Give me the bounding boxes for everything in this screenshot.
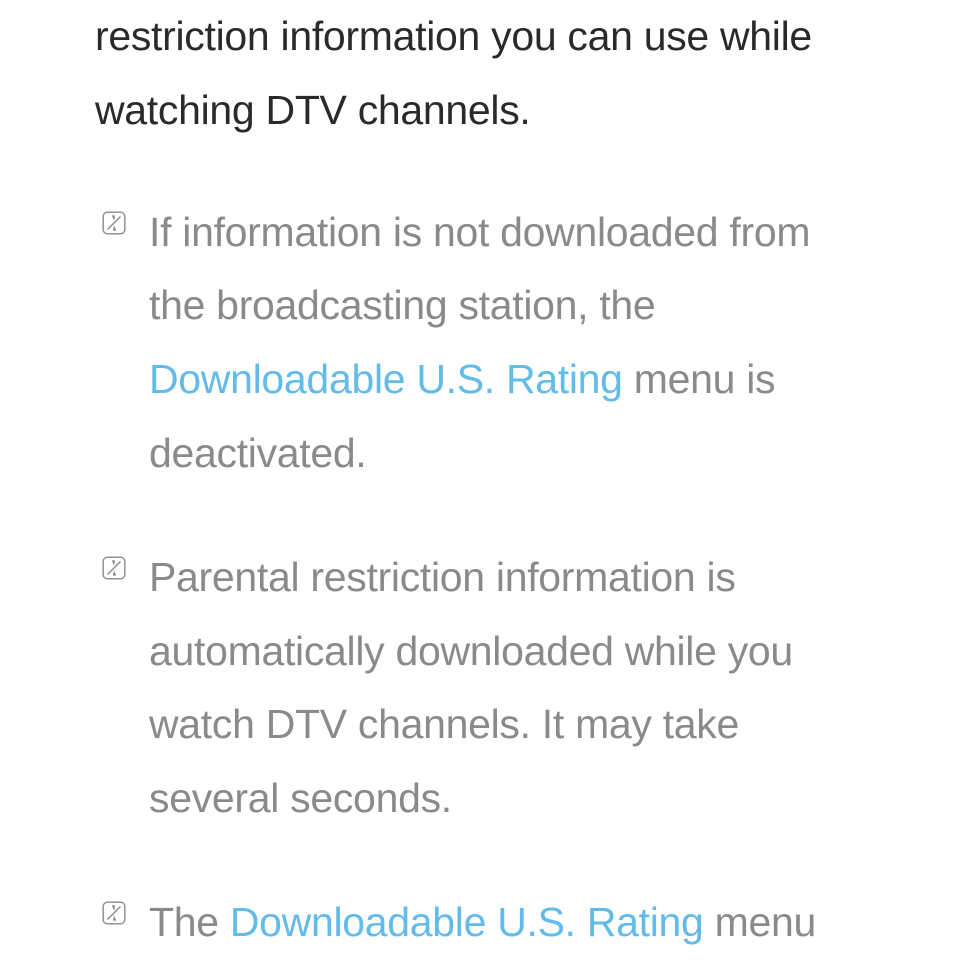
note-list: If information is not downloaded from th… — [95, 196, 859, 960]
note-item: If information is not downloaded from th… — [95, 196, 859, 491]
note-text: The Downloadable U.S. Rating menu — [149, 886, 816, 960]
note-icon — [101, 210, 127, 236]
note-icon — [101, 555, 127, 581]
note-item: Parental restriction information is auto… — [95, 541, 859, 836]
note-text: If information is not downloaded from th… — [149, 196, 859, 491]
intro-paragraph: restriction information you can use whil… — [95, 0, 859, 148]
note-icon — [101, 900, 127, 926]
note-item: The Downloadable U.S. Rating menu — [95, 886, 859, 960]
note-text: Parental restriction information is auto… — [149, 541, 859, 836]
